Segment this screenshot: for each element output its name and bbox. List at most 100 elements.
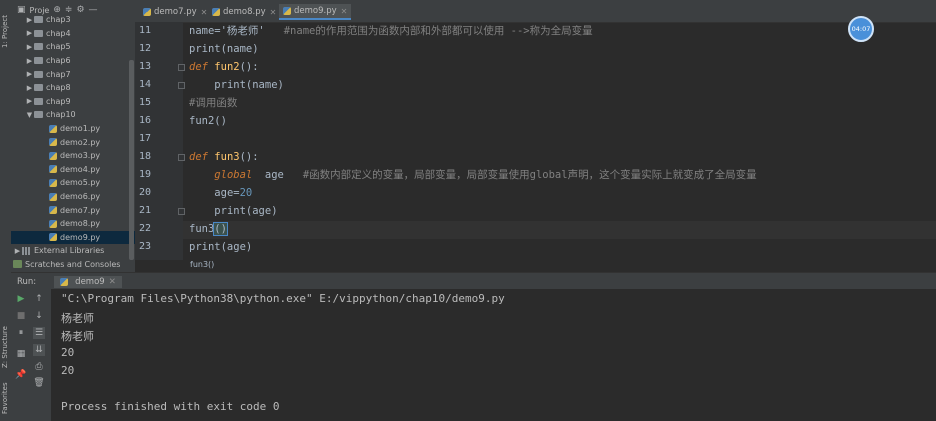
tree-item[interactable]: demo1.py — [11, 122, 135, 136]
stop-icon[interactable]: ■ — [15, 310, 27, 322]
code-line-12: print(name) — [189, 43, 259, 55]
chevron-down-icon[interactable]: ▼ — [25, 111, 34, 119]
folder-icon — [34, 84, 43, 92]
tree-item[interactable]: ▶ chap6 — [11, 54, 135, 68]
tree-item[interactable]: ▼ chap10 — [11, 108, 135, 122]
tree-item[interactable]: ▶ chap5 — [11, 40, 135, 54]
tree-item[interactable]: demo4.py — [11, 163, 135, 177]
line-number: 12 — [138, 43, 151, 54]
python-file-icon — [60, 277, 69, 286]
tree-item-label: External Libraries — [34, 246, 105, 256]
code-line-16: fun2() — [189, 115, 227, 127]
timer-badge: 04:07 — [848, 16, 874, 42]
tree-item-label: demo1.py — [60, 124, 101, 134]
tab-demo7[interactable]: demo7.py ✕ — [139, 4, 211, 20]
scratch-icon — [13, 260, 22, 269]
trash-icon[interactable]: 🗑 — [33, 377, 45, 389]
tree-item[interactable]: demo6.py — [11, 190, 135, 204]
tab-demo9[interactable]: demo9.py ✕ — [279, 4, 352, 20]
tree-item[interactable]: demo5.py — [11, 176, 135, 190]
breadcrumb[interactable]: fun3() — [135, 260, 936, 272]
project-scrollbar[interactable] — [129, 60, 134, 260]
project-panel: ▣ Proje ⊕ ≑ ⚙ — ▶ chap3 ▶ chap4 ▶ chap5 ▶ chap6… — [11, 0, 135, 272]
python-file-icon — [143, 8, 151, 16]
tree-item[interactable]: ▶ chap3 — [11, 13, 135, 27]
arrow-down-icon[interactable]: ↓ — [33, 310, 45, 322]
console-line: 20 — [61, 364, 75, 377]
layout-icon[interactable]: ▦ — [15, 348, 27, 360]
library-icon — [22, 246, 31, 255]
tree-item-label: chap8 — [46, 83, 71, 93]
run-console[interactable]: "C:\Program Files\Python38\python.exe" E… — [51, 289, 936, 421]
code-editor[interactable]: name='杨老师' #name的作用范围为函数内部和外部都可以使用 -->称为… — [183, 22, 936, 260]
code-line-21: print(age) — [214, 205, 278, 217]
tree-item[interactable]: demo7.py — [11, 203, 135, 217]
tree-item[interactable]: ▶ chap7 — [11, 67, 135, 81]
tree-item-label: demo6.py — [60, 192, 101, 202]
chevron-right-icon[interactable]: ▶ — [25, 97, 34, 105]
pause-icon[interactable]: ⏸ — [15, 327, 27, 339]
line-number: 22 — [138, 223, 151, 234]
tree-item-label: demo8.py — [60, 219, 101, 229]
folder-icon — [34, 97, 43, 105]
caret-paren-highlight: () — [213, 222, 228, 236]
tree-item[interactable]: demo2.py — [11, 135, 135, 149]
tree-item-label: chap9 — [46, 96, 71, 106]
tree-item-label: demo3.py — [60, 151, 101, 161]
chevron-right-icon[interactable]: ▶ — [25, 29, 34, 37]
console-line: 20 — [61, 346, 75, 359]
folder-icon — [34, 57, 43, 65]
tree-item[interactable]: demo3.py — [11, 149, 135, 163]
line-number: 20 — [138, 187, 151, 198]
line-number: 14 — [138, 79, 151, 90]
run-tab-demo9[interactable]: demo9 ✕ — [54, 275, 122, 288]
console-line: "C:\Program Files\Python38\python.exe" E… — [61, 292, 505, 305]
print-icon[interactable]: ⎙ — [33, 361, 45, 373]
chevron-right-icon[interactable]: ▶ — [25, 70, 34, 78]
tree-item[interactable]: ▶ External Libraries — [11, 244, 135, 258]
tree-item[interactable]: Scratches and Consoles — [11, 258, 135, 272]
tree-item[interactable]: ▶ chap4 — [11, 27, 135, 41]
folder-icon — [34, 16, 43, 24]
chevron-right-icon[interactable]: ▶ — [25, 84, 34, 92]
tree-item-label: chap3 — [46, 15, 71, 25]
folder-icon — [34, 70, 43, 78]
tree-item-label: chap5 — [46, 42, 71, 52]
close-icon[interactable]: ✕ — [270, 8, 277, 17]
run-tab-label: demo9 — [75, 276, 105, 287]
project-tool-tab[interactable]: 1: Project — [1, 8, 10, 56]
favorites-tool-tab[interactable]: Favorites — [1, 378, 10, 418]
tree-item[interactable]: demo8.py — [11, 217, 135, 231]
line-number: 18 — [138, 151, 151, 162]
structure-tool-tab[interactable]: Z: Structure — [1, 322, 10, 372]
tab-label: demo9.py — [294, 6, 337, 16]
console-line: Process finished with exit code 0 — [61, 400, 280, 413]
chevron-right-icon[interactable]: ▶ — [13, 247, 22, 255]
tree-item[interactable]: ▶ chap9 — [11, 95, 135, 109]
folder-icon — [34, 43, 43, 51]
python-file-icon — [49, 138, 57, 147]
arrow-up-icon[interactable]: ↑ — [33, 293, 45, 305]
close-icon[interactable]: ✕ — [201, 8, 208, 17]
console-line: 杨老师 — [61, 312, 94, 325]
rerun-icon[interactable]: ▶ — [15, 293, 27, 305]
tree-item[interactable]: demo9.py — [11, 230, 135, 245]
tree-item-label: chap6 — [46, 56, 71, 66]
chevron-right-icon[interactable]: ▶ — [25, 57, 34, 65]
line-number: 13 — [138, 61, 151, 72]
python-file-icon — [212, 8, 220, 16]
close-icon[interactable]: ✕ — [109, 277, 116, 287]
chevron-right-icon[interactable]: ▶ — [25, 43, 34, 51]
scroll-to-end-icon[interactable]: ⇊ — [33, 344, 45, 356]
tree-item[interactable]: ▶ chap8 — [11, 81, 135, 95]
tab-demo8[interactable]: demo8.py ✕ — [208, 4, 280, 20]
project-tree: ▶ chap3 ▶ chap4 ▶ chap5 ▶ chap6 ▶ chap7 ▶ chap8 ▶ cha… — [11, 13, 135, 271]
code-line-13: def fun2(): — [189, 61, 259, 73]
pin-icon[interactable]: 📌 — [15, 369, 27, 381]
close-icon[interactable]: ✕ — [341, 7, 348, 16]
soft-wrap-icon[interactable]: ☰ — [33, 327, 45, 339]
chevron-right-icon[interactable]: ▶ — [25, 16, 34, 24]
editor-tabs: demo7.py ✕ demo8.py ✕ demo9.py ✕ — [135, 0, 936, 23]
code-line-15: #调用函数 — [189, 97, 238, 109]
code-line-19: global age #函数内部定义的变量，局部变量，局部变量使用global声… — [214, 169, 757, 181]
